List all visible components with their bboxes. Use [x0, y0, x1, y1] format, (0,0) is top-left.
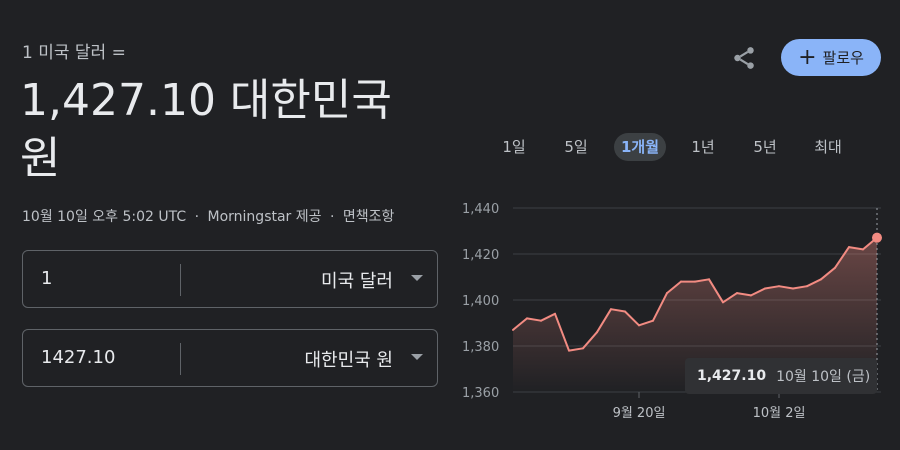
conversion-result: 1,427.10 대한민국 원 — [20, 75, 392, 184]
timestamp: 10월 10일 오후 5:02 UTC — [22, 209, 187, 225]
tab-5-days[interactable]: 5일 — [556, 133, 596, 161]
x-tick-label: 9월 20일 — [613, 406, 666, 421]
from-amount-input[interactable]: 1 — [41, 268, 52, 289]
tooltip-date: 10월 10일 (금) — [776, 369, 871, 385]
y-tick-label: 1,400 — [462, 294, 499, 309]
chevron-down-icon[interactable] — [411, 275, 423, 281]
tab-max[interactable]: 최대 — [806, 133, 850, 161]
y-tick-label: 1,420 — [462, 248, 499, 263]
source-meta: 10월 10일 오후 5:02 UTC · Morningstar 제공 · 면… — [22, 206, 394, 226]
x-axis: 9월 20일 10월 2일 — [613, 392, 806, 421]
to-amount-input[interactable]: 1427.10 — [41, 347, 115, 368]
separator: · — [329, 209, 335, 225]
tab-1-year[interactable]: 1년 — [683, 133, 723, 161]
field-divider — [180, 343, 181, 375]
y-tick-label: 1,360 — [462, 386, 499, 401]
tooltip-value: 1,427.10 — [697, 368, 767, 384]
tab-1-month[interactable]: 1개월 — [614, 133, 666, 161]
field-divider — [180, 264, 181, 296]
from-currency-line: 1 미국 달러 = — [22, 43, 126, 63]
plus-icon: + — [798, 44, 817, 70]
price-chart[interactable]: 1,440 1,420 1,400 1,380 1,360 9월 20일 10월 2일 — [450, 195, 890, 435]
tab-5-years[interactable]: 5년 — [745, 133, 785, 161]
separator: · — [194, 209, 200, 225]
y-axis: 1,440 1,420 1,400 1,380 1,360 — [462, 202, 499, 401]
to-currency-select[interactable]: 대한민국 원 — [304, 346, 393, 372]
hover-point — [872, 232, 882, 243]
share-button[interactable] — [731, 45, 757, 71]
to-amount-field[interactable]: 1427.10 대한민국 원 — [22, 329, 438, 387]
source-link[interactable]: Morningstar 제공 — [208, 209, 322, 225]
from-amount-field[interactable]: 1 미국 달러 — [22, 250, 438, 308]
from-currency-select[interactable]: 미국 달러 — [321, 267, 393, 293]
follow-label: 팔로우 — [822, 49, 864, 67]
y-tick-label: 1,440 — [462, 202, 499, 217]
tab-1-day[interactable]: 1일 — [494, 133, 534, 161]
disclaimer-link[interactable]: 면책조항 — [343, 209, 395, 225]
chevron-down-icon[interactable] — [411, 354, 423, 360]
share-icon — [734, 47, 754, 69]
follow-button[interactable]: + 팔로우 — [781, 39, 881, 76]
y-tick-label: 1,380 — [462, 340, 499, 355]
chart-tooltip: 1,427.10 10월 10일 (금) — [685, 358, 877, 394]
x-tick-label: 10월 2일 — [753, 406, 806, 421]
